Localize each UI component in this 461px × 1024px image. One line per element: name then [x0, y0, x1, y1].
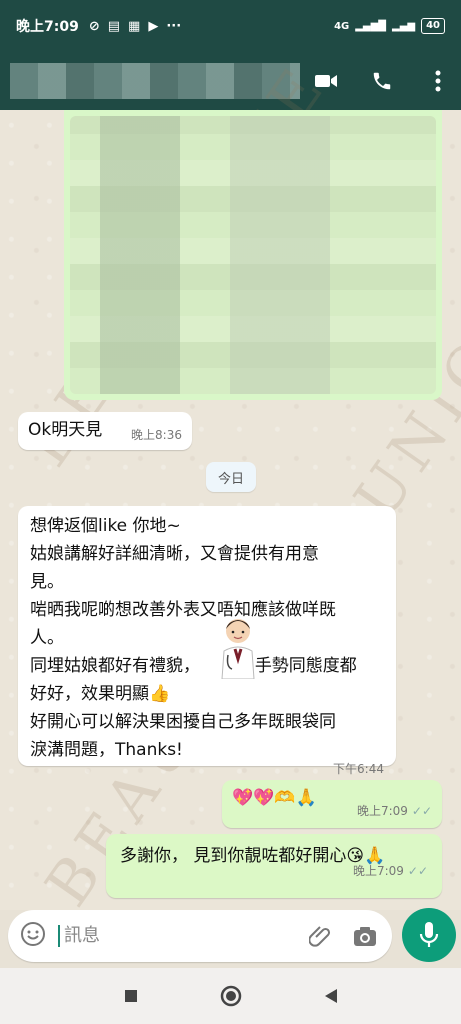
mic-icon: [419, 922, 439, 947]
chat-area[interactable]: BEAUNIQUE BEAUNIQUE BEAUNIQUE Ok明天見 晚上8:…: [0, 51, 461, 919]
read-ticks-icon: ✓✓: [407, 864, 428, 878]
signal-icon: ▂▄▆█: [355, 20, 386, 32]
message-line-split: 同埋姑娘都好有禮貌， 手勢同態度都: [30, 652, 384, 680]
message-meta: 晚上7:09 ✓✓: [353, 864, 428, 878]
message-incoming-long[interactable]: 想俾返個like 你地~ 姑娘講解好詳細清晰，又會提供有用意 見。 啱晒我呢啲想…: [18, 506, 396, 776]
message-line: 好開心可以解決果困擾自己多年既眼袋同: [30, 712, 336, 732]
message-line: 淚溝問題，Thanks!: [30, 740, 183, 760]
blurred-image: [70, 116, 436, 394]
voice-record-button[interactable]: [402, 908, 456, 962]
message-meta: 晚上7:09 ✓✓: [357, 804, 432, 818]
youtube-icon: ▶: [148, 18, 159, 34]
message-time: 晚上8:36: [131, 428, 182, 442]
chat-header: [0, 52, 461, 110]
signal-label: 4G: [334, 20, 350, 32]
message-text: Ok明天見: [28, 420, 103, 440]
message-line: 好好，效果明顯👍: [30, 684, 171, 704]
message-line: 人。: [30, 628, 64, 648]
camera-icon[interactable]: [350, 921, 380, 951]
image-message-outgoing[interactable]: [64, 110, 442, 400]
notification-icon: ▤: [107, 18, 121, 34]
message-outgoing[interactable]: 多謝你， 見到你靚咗都好開心😘🙏 晚上7:09 ✓✓: [106, 834, 442, 898]
message-line: 姑娘講解好詳細清晰，又會提供有用意: [30, 544, 319, 564]
date-divider: 今日: [206, 462, 256, 492]
message-outgoing[interactable]: 💖💖🫶🙏 晚上7:09 ✓✓: [222, 780, 442, 828]
message-line: 同埋姑娘都好有禮貌，: [30, 656, 200, 676]
status-time: 晚上7:09: [16, 19, 79, 35]
video-call-icon[interactable]: [313, 68, 339, 94]
status-bar: 晚上7:09 ⊘ ▤ ▦ ▶ ··· 4G ▂▄▆█ ▂▄▆ 40: [0, 0, 461, 52]
message-composer[interactable]: 訊息: [8, 910, 392, 962]
message-line: 啱晒我呢啲想改善外表又唔知應該做咩既: [30, 600, 336, 620]
message-line: 手勢同態度都: [254, 656, 357, 676]
recents-icon[interactable]: [124, 989, 138, 1003]
message-time: 下午6:44: [333, 762, 384, 776]
battery-icon: 40: [421, 18, 445, 34]
system-navbar: [0, 968, 461, 1024]
alarm-off-icon: ⊘: [88, 18, 100, 34]
more-vert-icon[interactable]: [425, 68, 451, 94]
message-line: 想俾返個like 你地~: [30, 516, 181, 536]
home-icon[interactable]: [220, 985, 242, 1007]
contact-name-blurred[interactable]: [10, 63, 300, 99]
message-time: 晚上7:09: [356, 804, 408, 818]
back-icon[interactable]: [324, 988, 338, 1004]
message-time: 晚上7:09: [352, 864, 404, 878]
phone-icon[interactable]: [369, 68, 395, 94]
message-text: 💖💖🫶🙏: [232, 788, 317, 808]
doctor-sticker-icon: [221, 619, 255, 679]
status-icons: ⊘ ▤ ▦ ▶ ···: [89, 19, 181, 34]
more-icon: ···: [166, 18, 182, 34]
emoji-icon[interactable]: [20, 921, 46, 951]
message-text: 多謝你， 見到你靚咗都好開心😘🙏: [120, 846, 386, 866]
status-right: 4G ▂▄▆█ ▂▄▆ 40: [334, 18, 445, 34]
wifi-icon: ▂▄▆: [392, 20, 416, 32]
attach-icon[interactable]: [306, 921, 336, 951]
message-line: 見。: [30, 572, 64, 592]
message-incoming[interactable]: Ok明天見 晚上8:36: [18, 412, 192, 450]
date-label: 今日: [217, 471, 244, 487]
app-icon: ▦: [128, 18, 141, 34]
message-input[interactable]: 訊息: [58, 925, 292, 947]
read-ticks-icon: ✓✓: [411, 804, 432, 818]
